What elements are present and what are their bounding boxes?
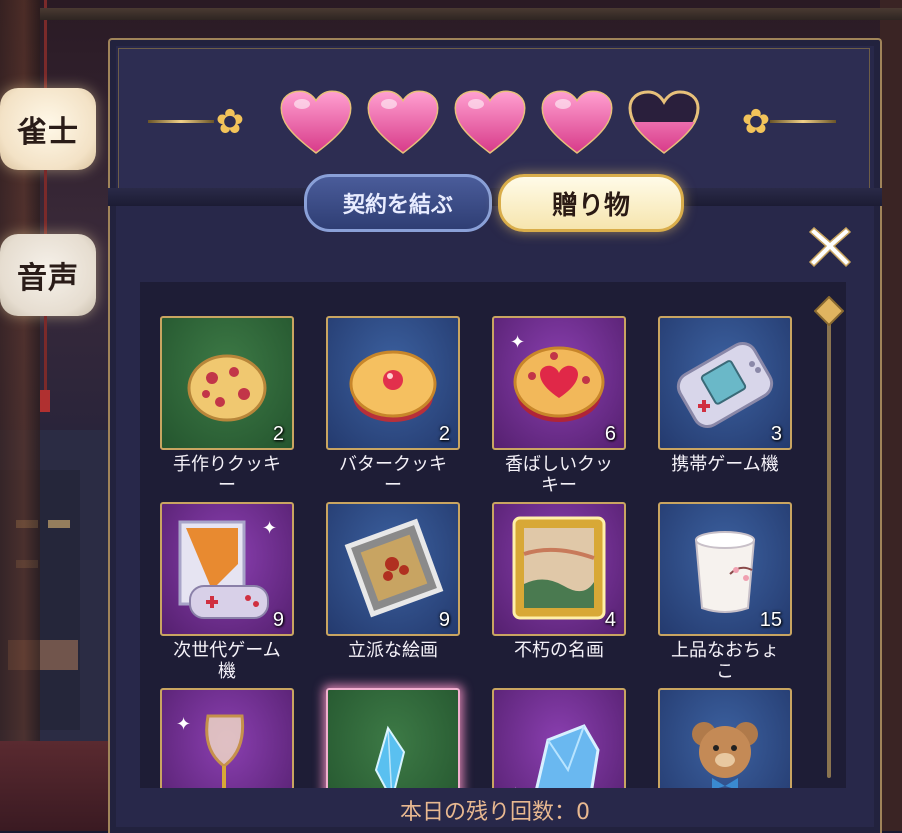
gift-item-tile[interactable]: 15 [658,502,792,636]
gold-ornament-line-right [770,120,836,123]
remaining-count: 本日の残り回数：0 [400,800,590,825]
heart-icon [365,88,441,158]
gift-item-count: 6 [604,423,616,445]
gift-item-label: 上品なおちょ こ [671,640,779,682]
gift-item-tile[interactable]: ✦ 6 [492,316,626,450]
lantern-tassel [40,390,50,412]
gift-item-count: 4 [604,609,616,631]
gift-item-tile[interactable]: 2 [160,316,294,450]
crystal-icon [374,725,406,788]
gift-item-label: 香ばしいクッ キー [505,454,613,496]
gift-item-tile[interactable]: 9 [326,502,460,636]
gift-item-tile[interactable]: ✦ [160,688,294,788]
svg-text:✦: ✦ [510,332,525,353]
gift-item-count: 3 [770,423,782,445]
gem-icon: ✦ [508,724,600,788]
gift-item-count: 2 [438,423,450,445]
svg-text:✦: ✦ [176,714,191,735]
lantern-cord [44,170,47,234]
heart-icon [278,88,354,158]
svg-text:✦: ✦ [508,784,523,788]
gift-grid: 2 手作りクッキ ー 2 バタークッキ ー ✦ 6 香ばしいクッ キー 3 携帯ゲーム機 ✦ 9 次世… [140,282,846,788]
gift-item-tile[interactable]: 3 [658,316,792,450]
svg-text:✦: ✦ [262,518,277,539]
gift-item-label: 手作りクッキ ー [173,454,281,496]
tab-voice-label: 音声 [17,261,79,296]
scrollbar-track[interactable] [827,316,831,778]
frame-top-beam [40,8,902,20]
teddy-bear-icon [692,722,758,788]
gift-item-count: 9 [272,609,284,631]
gift-item-tile[interactable]: 4 [492,502,626,636]
lantern-cord [44,316,47,392]
gift-item-tile[interactable]: 2 [326,316,460,450]
tab-jansi-label: 雀士 [17,115,79,150]
affection-hearts [278,88,702,158]
gift-item-label: 立派な絵画 [348,640,438,661]
gift-item-count: 2 [272,423,284,445]
gift-item-tile[interactable] [326,688,460,788]
tab-jansi[interactable]: 雀士 [0,88,96,170]
gift-item-tile[interactable] [658,688,792,788]
gift-item-tile[interactable]: ✦ [492,688,626,788]
heart-icon [626,88,702,158]
gift-item-count: 15 [759,609,782,631]
blossom-icon-left: ✿ [215,102,245,142]
gift-item-label: 携帯ゲーム機 [671,454,779,475]
gold-ornament-line-left [148,120,214,123]
scrollbar-thumb[interactable] [813,295,845,327]
tab-gift[interactable]: 贈り物 [498,174,684,232]
heart-icon [452,88,528,158]
tab-voice[interactable]: 音声 [0,234,96,316]
close-icon[interactable] [806,222,854,270]
gift-item-label: 次世代ゲーム 機 [173,640,281,682]
wine-glass-icon: ✦ [176,714,245,788]
gift-item-label: 不朽の名画 [514,640,604,661]
gift-item-count: 9 [438,609,450,631]
gift-item-label: バタークッキ ー [339,454,447,496]
panel-divider [108,188,882,206]
gift-item-tile[interactable]: ✦ 9 [160,502,294,636]
tab-contract[interactable]: 契約を結ぶ [304,174,492,232]
heart-icon [539,88,615,158]
